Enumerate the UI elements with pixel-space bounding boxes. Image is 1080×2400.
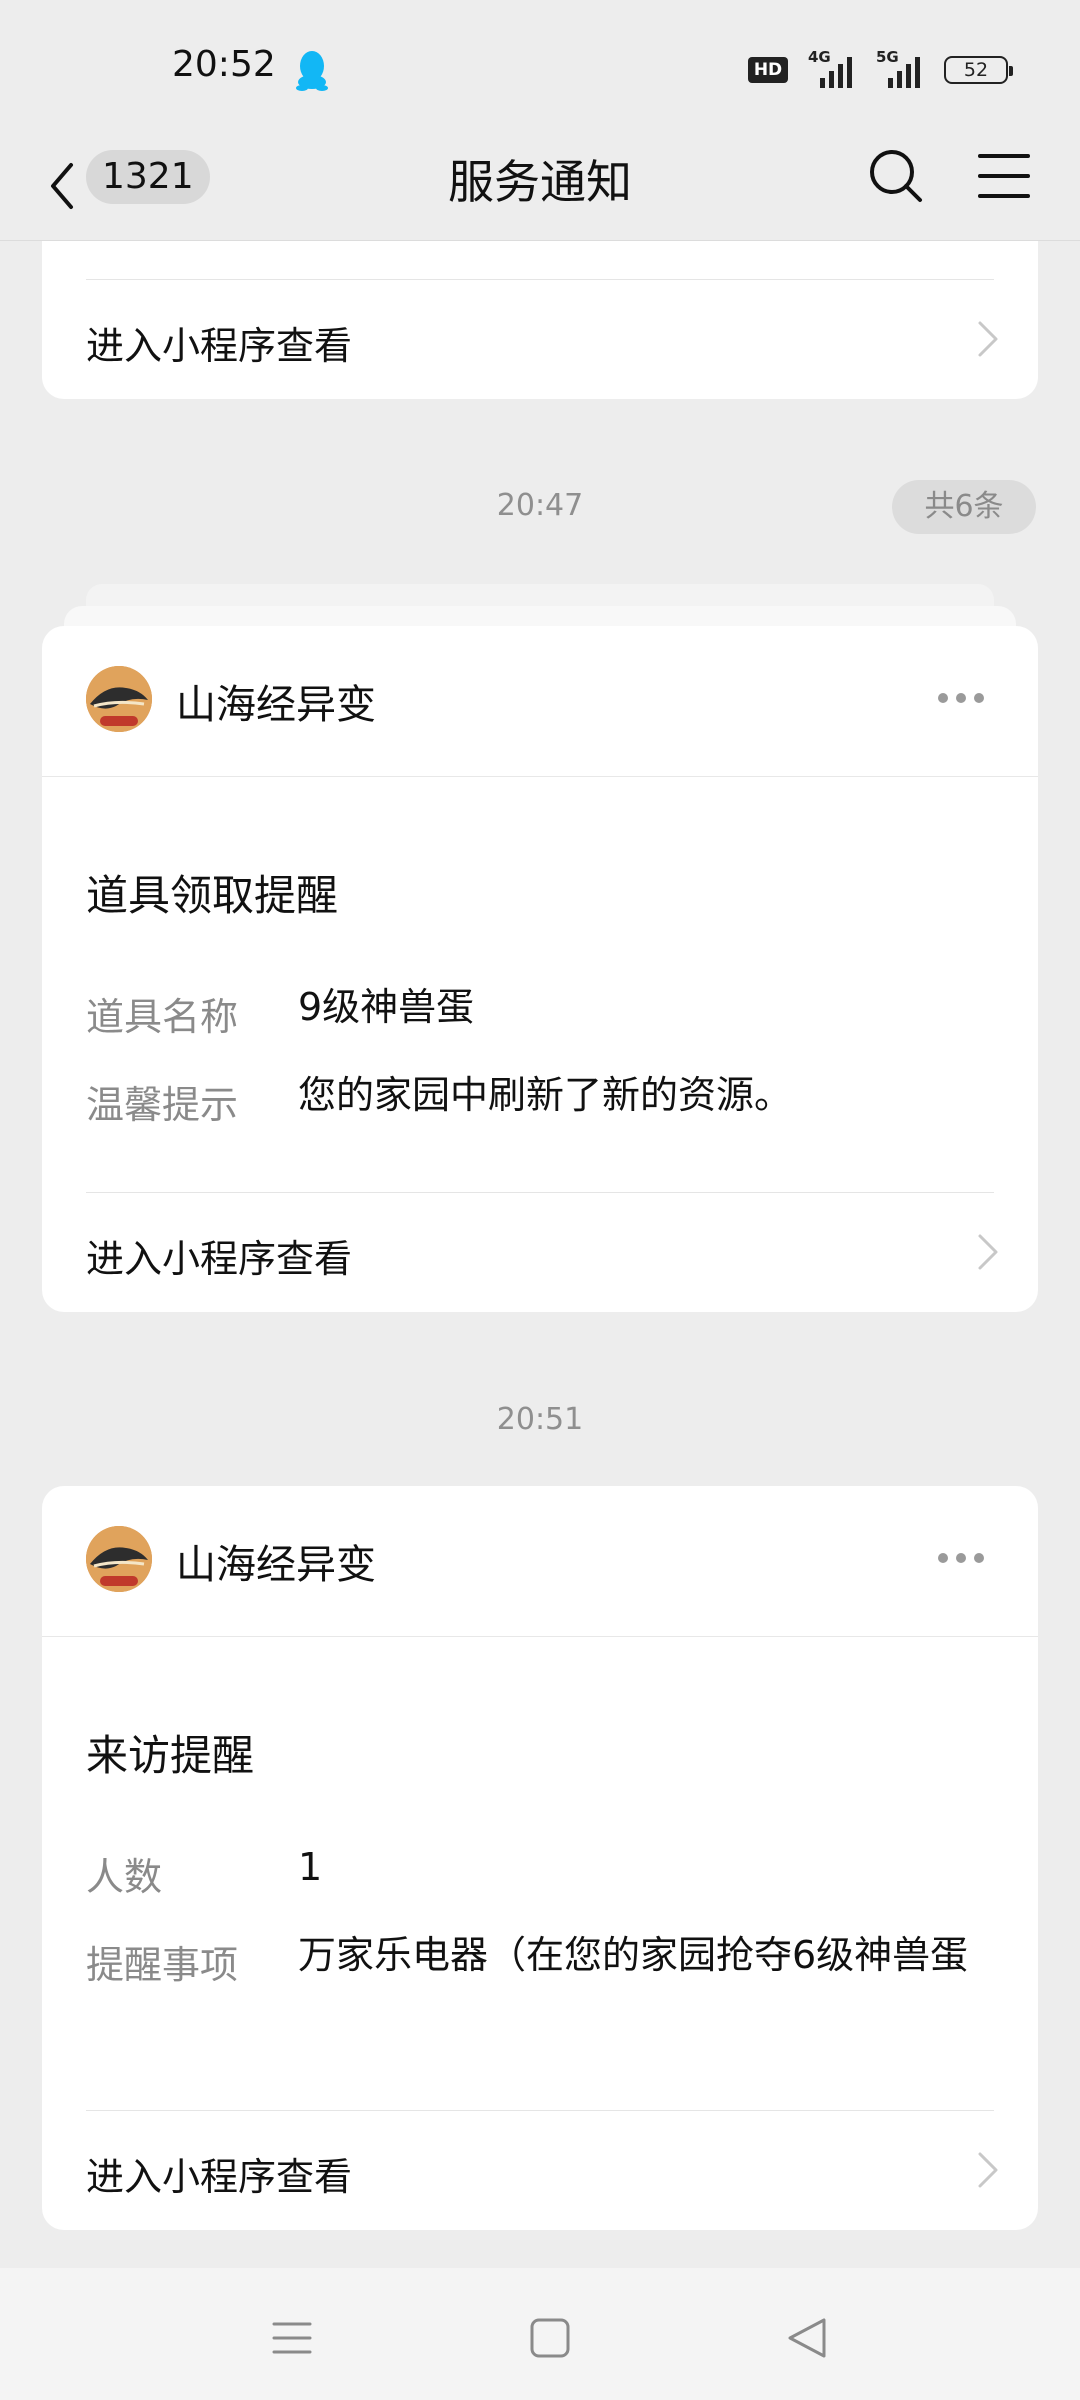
- more-icon[interactable]: [938, 1546, 994, 1570]
- enter-miniprogram-row[interactable]: 进入小程序查看: [42, 1194, 1038, 1312]
- enter-miniprogram-row[interactable]: 进入小程序查看: [42, 281, 1038, 399]
- screen: 20:52 HD 4G 5G 52 1321 服务通知 进入小程序查看 20:4…: [0, 0, 1080, 2400]
- app-avatar[interactable]: [86, 1526, 152, 1592]
- app-name[interactable]: 山海经异变: [176, 1532, 376, 1590]
- field-label: 人数: [86, 1855, 163, 1899]
- message-title: 道具领取提醒: [86, 871, 339, 920]
- unread-count-badge[interactable]: 1321: [86, 150, 210, 204]
- field-label: 提醒事项: [86, 1943, 239, 1987]
- status-time: 20:52: [172, 44, 276, 85]
- battery-icon: 52: [944, 56, 1013, 84]
- field-label: 温馨提示: [86, 1083, 239, 1127]
- app-avatar[interactable]: [86, 666, 152, 732]
- qq-icon: [296, 51, 328, 91]
- signal-4g-icon: 4G: [808, 48, 856, 88]
- field-value: 万家乐电器（在您的家园抢夺6级神兽蛋: [298, 1933, 969, 1977]
- back-icon: [51, 163, 73, 209]
- search-icon[interactable]: [866, 146, 926, 206]
- back-triangle-icon[interactable]: [778, 2308, 838, 2368]
- field-value: 您的家园中刷新了新的资源。: [298, 1073, 793, 1117]
- field-value: 1: [298, 1845, 323, 1889]
- enter-miniprogram-label: 进入小程序查看: [86, 1237, 353, 1281]
- chevron-right-icon: [978, 321, 998, 357]
- enter-miniprogram-label: 进入小程序查看: [86, 324, 353, 368]
- card-header: 山海经异变: [42, 1486, 1038, 1637]
- chevron-right-icon: [978, 2152, 998, 2188]
- back-button[interactable]: [40, 154, 84, 218]
- status-indicators: HD 4G 5G 52: [748, 48, 1013, 90]
- home-menu-icon[interactable]: [262, 2308, 322, 2368]
- app-name[interactable]: 山海经异变: [176, 672, 376, 730]
- notification-card-previous: 进入小程序查看: [42, 241, 1038, 399]
- nav-bar: 1321 服务通知: [0, 136, 1080, 241]
- divider: [86, 1192, 994, 1193]
- home-icon[interactable]: [520, 2308, 580, 2368]
- card-header: 山海经异变: [42, 626, 1038, 777]
- more-icon[interactable]: [938, 686, 994, 710]
- notification-card[interactable]: 山海经异变 道具领取提醒 道具名称 9级神兽蛋 温馨提示 您的家园中刷新了新的资…: [42, 626, 1038, 1312]
- hd-badge: HD: [748, 57, 788, 83]
- divider: [86, 279, 994, 280]
- menu-icon[interactable]: [976, 148, 1032, 204]
- message-title: 来访提醒: [86, 1731, 255, 1780]
- enter-miniprogram-row[interactable]: 进入小程序查看: [42, 2112, 1038, 2230]
- system-nav-bar: [0, 2268, 1080, 2400]
- field-value: 9级神兽蛋: [298, 985, 475, 1029]
- notification-card[interactable]: 山海经异变 来访提醒 人数 1 提醒事项 万家乐电器（在您的家园抢夺6级神兽蛋 …: [42, 1486, 1038, 2230]
- status-bar: 20:52 HD 4G 5G 52: [0, 0, 1080, 136]
- message-count-badge[interactable]: 共6条: [892, 480, 1036, 534]
- timestamp: 20:51: [496, 1402, 584, 1437]
- field-label: 道具名称: [86, 995, 239, 1039]
- divider: [86, 2110, 994, 2111]
- enter-miniprogram-label: 进入小程序查看: [86, 2155, 353, 2199]
- signal-5g-icon: 5G: [876, 48, 924, 88]
- chevron-right-icon: [978, 1234, 998, 1270]
